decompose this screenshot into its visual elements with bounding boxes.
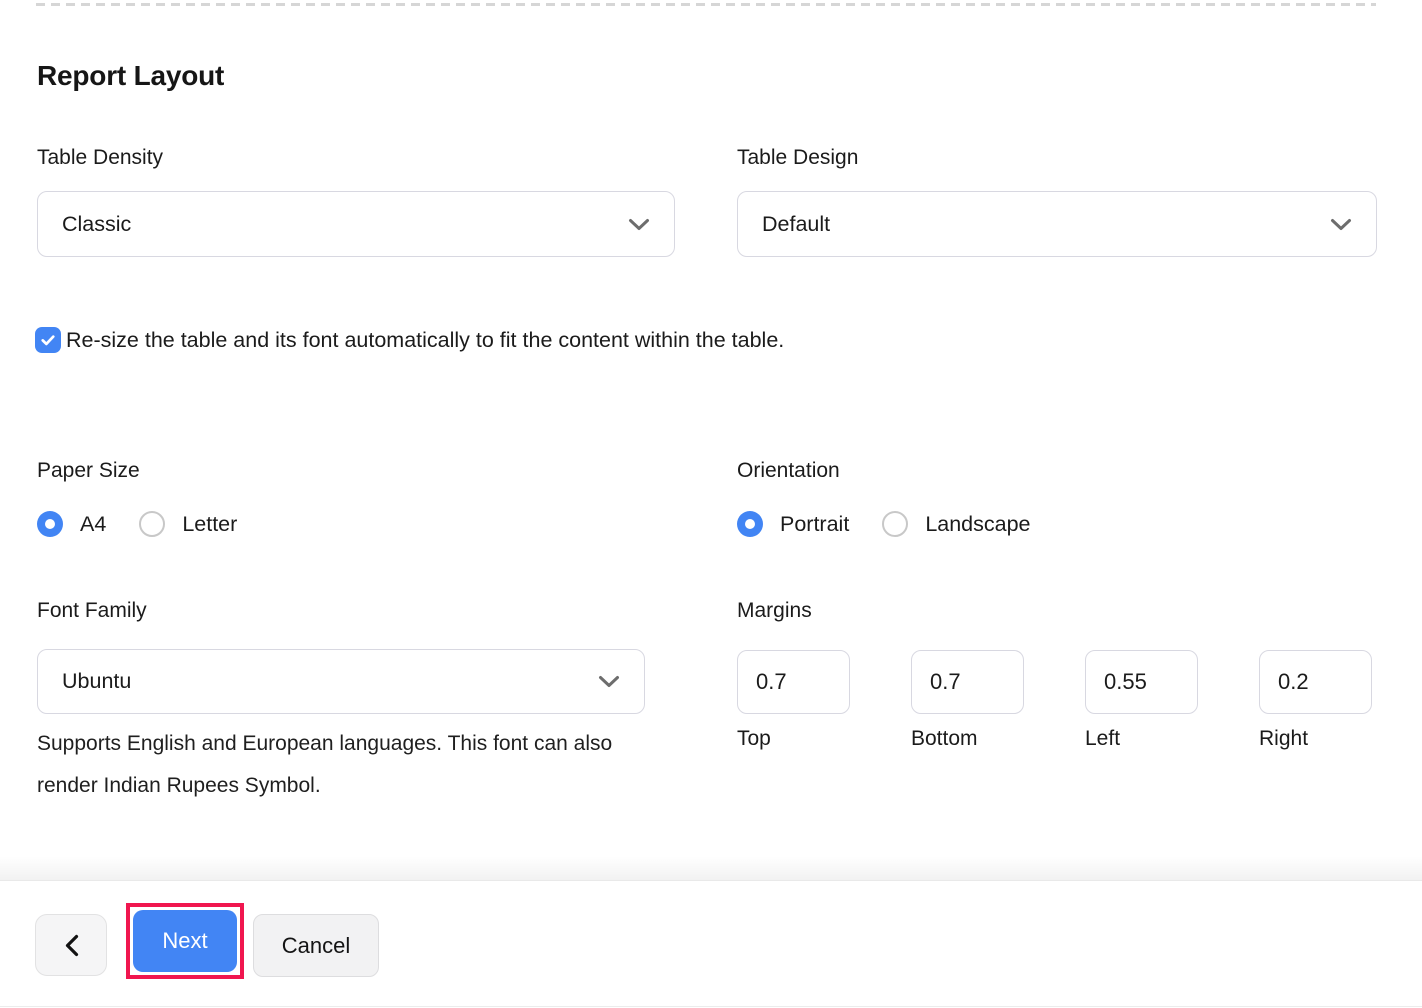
margins-label: Margins: [737, 599, 1372, 623]
font-family-select[interactable]: Ubuntu: [37, 649, 645, 714]
chevron-down-icon: [1330, 218, 1352, 231]
font-family-value: Ubuntu: [62, 669, 131, 694]
margin-left-input[interactable]: [1085, 650, 1198, 714]
top-dashed-divider: [36, 3, 1376, 6]
table-density-select[interactable]: Classic: [37, 191, 675, 257]
radio-a4-label[interactable]: A4: [80, 512, 106, 537]
next-button-highlight-annotation: Next: [126, 903, 244, 979]
paper-size-label: Paper Size: [37, 459, 237, 483]
margin-top-input[interactable]: [737, 650, 850, 714]
paper-size-field: Paper Size A4 Letter: [37, 459, 237, 537]
radio-letter[interactable]: [139, 511, 165, 537]
margin-bottom-caption: Bottom: [911, 727, 1024, 751]
page-title: Report Layout: [37, 60, 224, 92]
margin-right-group: Right: [1259, 650, 1372, 751]
resize-checkbox-label: Re-size the table and its font automatic…: [66, 328, 784, 353]
margin-top-group: Top: [737, 650, 850, 751]
check-icon: [39, 331, 57, 349]
resize-checkbox-row: Re-size the table and its font automatic…: [35, 327, 784, 353]
back-button[interactable]: [35, 914, 107, 976]
radio-portrait-label[interactable]: Portrait: [780, 512, 849, 537]
font-family-label: Font Family: [37, 599, 645, 623]
footer-shadow: [0, 856, 1422, 880]
next-button[interactable]: Next: [133, 910, 237, 972]
margin-bottom-input[interactable]: [911, 650, 1024, 714]
paper-size-radio-group: A4 Letter: [37, 511, 237, 537]
margins-field: Margins Top Bottom Left Right: [737, 599, 1372, 751]
table-density-value: Classic: [62, 212, 131, 237]
table-design-field: Table Design Default: [737, 146, 1377, 257]
radio-landscape-label[interactable]: Landscape: [925, 512, 1030, 537]
report-layout-page: Report Layout Table Density Classic Tabl…: [0, 0, 1422, 1008]
radio-portrait[interactable]: [737, 511, 763, 537]
margins-inputs-row: Top Bottom Left Right: [737, 650, 1372, 751]
footer-bar: Next Cancel: [0, 880, 1422, 1007]
margin-left-group: Left: [1085, 650, 1198, 751]
font-family-hint: Supports English and European languages.…: [37, 723, 637, 807]
margin-top-caption: Top: [737, 727, 850, 751]
radio-landscape[interactable]: [882, 511, 908, 537]
radio-letter-label[interactable]: Letter: [182, 512, 237, 537]
table-density-field: Table Density Classic: [37, 146, 675, 257]
table-density-label: Table Density: [37, 146, 675, 170]
font-family-field: Font Family Ubuntu Supports English and …: [37, 599, 645, 807]
orientation-field: Orientation Portrait Landscape: [737, 459, 1031, 537]
orientation-label: Orientation: [737, 459, 1031, 483]
table-design-select[interactable]: Default: [737, 191, 1377, 257]
cancel-button[interactable]: Cancel: [253, 914, 379, 977]
margin-right-caption: Right: [1259, 727, 1372, 751]
margin-left-caption: Left: [1085, 727, 1198, 751]
table-design-value: Default: [762, 212, 830, 237]
table-design-label: Table Design: [737, 146, 1377, 170]
orientation-radio-group: Portrait Landscape: [737, 511, 1031, 537]
margin-bottom-group: Bottom: [911, 650, 1024, 751]
margin-right-input[interactable]: [1259, 650, 1372, 714]
chevron-left-icon: [64, 934, 79, 957]
chevron-down-icon: [628, 218, 650, 231]
radio-a4[interactable]: [37, 511, 63, 537]
resize-checkbox[interactable]: [35, 327, 61, 353]
chevron-down-icon: [598, 675, 620, 688]
